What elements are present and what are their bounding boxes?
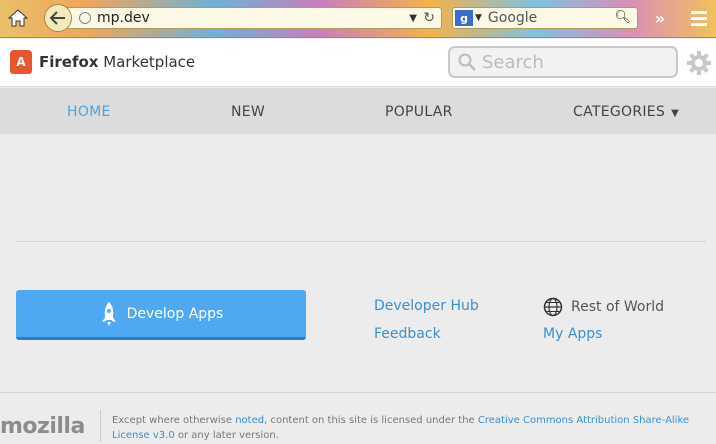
browser-toolbar: mp.dev ▼ ↻ g ▼ Google 🔍︎ » <box>0 0 716 38</box>
legal-text-2: , content on this site is licensed under… <box>264 415 478 426</box>
nav-categories-label: CATEGORIES <box>573 104 666 120</box>
menu-icon[interactable] <box>690 9 708 27</box>
developer-hub-link[interactable]: Developer Hub <box>374 298 479 314</box>
feedback-link[interactable]: Feedback <box>374 326 441 342</box>
url-text: mp.dev <box>97 10 150 26</box>
nav-home[interactable]: HOME <box>67 104 111 120</box>
region-label: Rest of World <box>571 299 665 315</box>
back-arrow-icon <box>50 11 65 25</box>
develop-apps-button[interactable]: Develop Apps <box>16 290 306 340</box>
google-icon[interactable]: g <box>455 10 473 26</box>
url-bar[interactable]: mp.dev ▼ ↻ <box>62 7 442 29</box>
marketplace-logo-icon[interactable]: A <box>10 50 32 74</box>
nav-new[interactable]: NEW <box>231 104 265 120</box>
footer-divider <box>0 392 716 393</box>
site-header: A Firefox Marketplace <box>0 39 716 87</box>
globe-icon <box>543 297 563 317</box>
globe-icon <box>79 12 91 24</box>
rocket-icon <box>101 301 116 326</box>
main-nav: HOME NEW POPULAR CATEGORIES ▼ <box>0 88 716 134</box>
develop-apps-label: Develop Apps <box>126 305 224 322</box>
reload-icon[interactable]: ↻ <box>423 10 435 26</box>
my-apps-link[interactable]: My Apps <box>543 326 602 342</box>
legal-text-1: Except where otherwise <box>112 415 236 426</box>
back-button[interactable] <box>44 4 72 32</box>
search-input[interactable] <box>482 51 662 73</box>
browser-search-bar[interactable]: g ▼ Google 🔍︎ <box>452 7 638 29</box>
overflow-chevron-icon[interactable]: » <box>650 8 670 28</box>
site-logo-text[interactable]: Firefox Marketplace <box>39 53 195 71</box>
dropdown-arrow-icon[interactable]: ▼ <box>409 13 417 24</box>
logo-text-rest: Marketplace <box>98 53 196 71</box>
content-divider <box>16 241 706 242</box>
noted-link[interactable]: noted <box>235 415 264 426</box>
footer-separator <box>100 410 101 442</box>
legal-text: Except where otherwise noted, content on… <box>112 413 712 443</box>
site-search-field[interactable] <box>448 46 678 78</box>
region-selector[interactable]: Rest of World <box>543 297 664 317</box>
home-icon[interactable] <box>6 7 30 29</box>
nav-categories[interactable]: CATEGORIES ▼ <box>573 104 679 120</box>
search-icon[interactable]: 🔍︎ <box>614 10 631 25</box>
search-icon <box>458 53 476 71</box>
nav-popular[interactable]: POPULAR <box>385 104 453 120</box>
browser-search-placeholder: Google <box>487 10 538 26</box>
logo-text-bold: Firefox <box>39 53 99 71</box>
legal-text-3: or any later version. <box>174 430 279 441</box>
engine-dropdown-icon[interactable]: ▼ <box>475 13 482 23</box>
gear-icon[interactable] <box>686 50 712 76</box>
mozilla-logo[interactable]: mozilla <box>0 414 85 439</box>
caret-down-icon: ▼ <box>671 108 680 119</box>
